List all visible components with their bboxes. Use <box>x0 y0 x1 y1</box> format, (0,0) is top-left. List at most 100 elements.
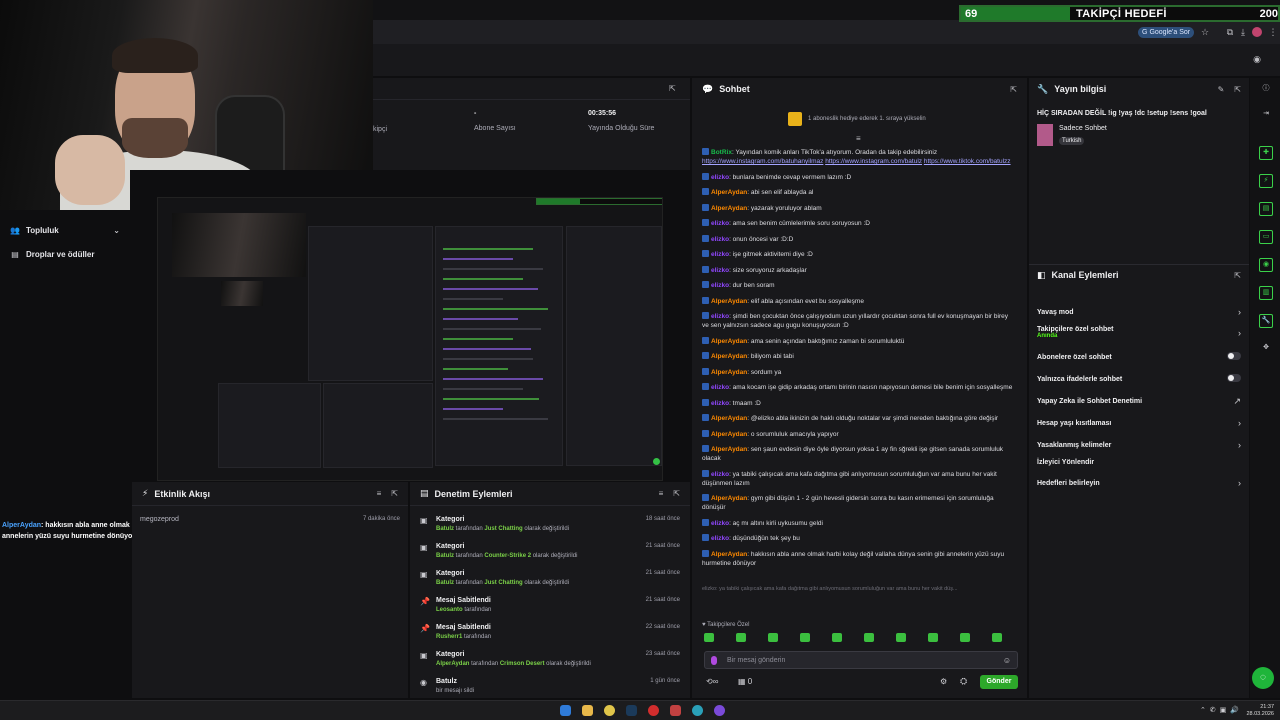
menu-dots-icon[interactable]: ⋮ <box>1268 27 1278 37</box>
expand-icon[interactable]: ⇱ <box>1234 85 1241 94</box>
chat-username[interactable]: elizko <box>711 313 729 320</box>
chat-username[interactable]: AlperAydan <box>711 298 747 305</box>
filter-icon[interactable]: ≡ <box>659 489 664 498</box>
chat-username[interactable]: AlperAydan <box>711 189 747 196</box>
chat-link[interactable]: https://www.tiktok.com/batulzz <box>924 158 1011 165</box>
chat-username[interactable]: AlperAydan <box>711 353 747 360</box>
channel-action-item[interactable]: Yapay Zeka ile Sohbet Denetimi ↗ <box>1037 396 1241 407</box>
chat-username[interactable]: elizko <box>711 400 729 407</box>
channel-action-item[interactable]: Takipçilere özel sohbet Anında › <box>1037 326 1241 339</box>
emote-icon[interactable] <box>832 633 842 642</box>
chat-input[interactable]: Bir mesaj gönderin ☺ <box>704 651 1018 669</box>
settings-icon[interactable]: ⚙ <box>940 677 947 686</box>
expand-icon[interactable]: ⇱ <box>1010 85 1017 94</box>
start-icon[interactable] <box>560 705 571 716</box>
channel-action-item[interactable]: Yalnızca ifadelerle sohbet <box>1037 374 1241 384</box>
chat-username[interactable]: elizko <box>711 282 729 289</box>
chat-username[interactable]: elizko <box>711 471 729 478</box>
rail-mod-icon[interactable]: ✚ <box>1259 146 1273 160</box>
chat-username[interactable]: elizko <box>711 251 729 258</box>
channel-action-item[interactable]: Abonelere özel sohbet <box>1037 352 1241 362</box>
app-icon[interactable] <box>670 705 681 716</box>
chat-username[interactable]: elizko <box>711 384 729 391</box>
rail-bolt-icon[interactable]: ⚡ <box>1259 174 1273 188</box>
chat-username[interactable]: AlperAydan <box>711 431 747 438</box>
help-fab[interactable]: ◌ <box>1252 667 1274 689</box>
filter-icon[interactable]: ≡ <box>377 489 382 498</box>
rail-broadcast-icon[interactable]: ◉ <box>1259 258 1273 272</box>
rail-wrench-icon[interactable]: 🔧 <box>1259 314 1273 328</box>
chat-username[interactable]: AlperAydan <box>711 551 747 558</box>
emote-icon[interactable] <box>864 633 874 642</box>
chat-username[interactable]: elizko <box>711 220 729 227</box>
star-icon[interactable]: ☆ <box>1200 27 1210 37</box>
chat-username[interactable]: AlperAydan <box>711 446 747 453</box>
edit-icon[interactable]: ✎ <box>1218 85 1225 94</box>
channel-action-item[interactable]: Yasaklanmış kelimeler › <box>1037 440 1241 450</box>
steam-icon[interactable] <box>626 705 637 716</box>
chat-username[interactable]: AlperAydan <box>711 369 747 376</box>
chat-username[interactable]: BotRix <box>711 149 732 156</box>
emoji-icon[interactable]: ☺ <box>1003 656 1011 665</box>
expand-icon[interactable]: ⇱ <box>1234 271 1241 280</box>
chat-username[interactable]: AlperAydan <box>711 495 747 502</box>
moderation-row-user[interactable]: Leosanto <box>436 607 463 613</box>
rail-chat-icon[interactable]: ▭ <box>1259 230 1273 244</box>
emote-icon[interactable] <box>992 633 1002 642</box>
chat-link[interactable]: https://www.instagram.com/batuhanyilmaz <box>702 158 823 165</box>
dashboard-avatar-icon[interactable]: ◉ <box>1252 54 1262 64</box>
toggle-switch[interactable] <box>1227 352 1241 360</box>
moderation-row-user[interactable]: AlperAydan <box>436 661 469 667</box>
chat-username[interactable]: elizko <box>711 267 729 274</box>
chat-username[interactable]: elizko <box>711 174 729 181</box>
points-display[interactable]: ▦ 0 <box>738 677 752 686</box>
expand-icon[interactable]: ⇱ <box>673 489 680 498</box>
chat-username[interactable]: AlperAydan <box>711 415 747 422</box>
sidebar-item-drops[interactable]: ▤ Droplar ve ödüller <box>0 242 130 266</box>
chat-username[interactable]: elizko <box>711 520 729 527</box>
google-ask-button[interactable]: G Google'a Sor <box>1138 27 1195 38</box>
opera-icon[interactable] <box>648 705 659 716</box>
emote-icon[interactable] <box>768 633 778 642</box>
extensions-icon[interactable]: ⧉ <box>1225 27 1235 37</box>
channel-action-item[interactable]: Hedefleri belirleyin › <box>1037 478 1241 488</box>
emote-icon[interactable] <box>960 633 970 642</box>
obs-icon[interactable] <box>714 705 725 716</box>
emote-icon[interactable] <box>896 633 906 642</box>
moderation-row-user[interactable]: Batulz <box>436 580 454 586</box>
send-button[interactable]: Gönder <box>980 675 1018 689</box>
toggle-switch[interactable] <box>1227 374 1241 382</box>
chat-username[interactable]: elizko <box>711 535 729 542</box>
rail-more-icon[interactable]: ✥ <box>1259 342 1273 356</box>
profile-avatar[interactable] <box>1252 27 1262 37</box>
chat-username[interactable]: AlperAydan <box>711 338 747 345</box>
emote-icon[interactable] <box>704 633 714 642</box>
expand-icon[interactable]: ⇱ <box>669 84 676 93</box>
explorer-icon[interactable] <box>582 705 593 716</box>
channel-action-item[interactable]: İzleyici Yönlendir <box>1037 459 1241 466</box>
moderation-row-user[interactable]: Rusherr1 <box>436 634 462 640</box>
chat-username[interactable]: elizko <box>711 236 729 243</box>
expand-icon[interactable]: ⇱ <box>391 489 398 498</box>
rail-expand-icon[interactable]: ⇥ <box>1259 108 1273 122</box>
rail-list-icon[interactable]: ▤ <box>1259 202 1273 216</box>
users-icon[interactable]: ⛭ <box>960 676 967 687</box>
channel-action-item[interactable]: Hesap yaşı kısıtlaması › <box>1037 418 1241 428</box>
stream-tag[interactable]: Turkish <box>1059 137 1085 145</box>
moderation-row-user[interactable]: Batulz <box>436 553 454 559</box>
channel-action-item[interactable]: Yavaş mod › <box>1037 307 1241 317</box>
moderation-row-user[interactable]: Batulz <box>436 526 454 532</box>
emote-icon[interactable] <box>800 633 810 642</box>
download-icon[interactable]: ⤓ <box>1238 27 1248 37</box>
sub-gift-promo[interactable]: 1 aboneslik hediye ederek 1. sıraya yüks… <box>788 112 926 126</box>
edge-icon[interactable] <box>692 705 703 716</box>
info-icon[interactable]: ⓘ <box>1259 83 1273 97</box>
chat-username[interactable]: AlperAydan <box>711 205 747 212</box>
points-icon[interactable]: ⟲∞ <box>706 677 718 686</box>
chat-collapse-icon[interactable]: ≡ <box>856 134 861 143</box>
chrome-icon[interactable] <box>604 705 615 716</box>
tray-icons[interactable]: ⌃✆▣🔊 <box>1200 706 1243 714</box>
sidebar-item-community[interactable]: 👥 Topluluk ⌄ <box>0 218 130 242</box>
emote-icon[interactable] <box>928 633 938 642</box>
rail-stats-icon[interactable]: ▥ <box>1259 286 1273 300</box>
